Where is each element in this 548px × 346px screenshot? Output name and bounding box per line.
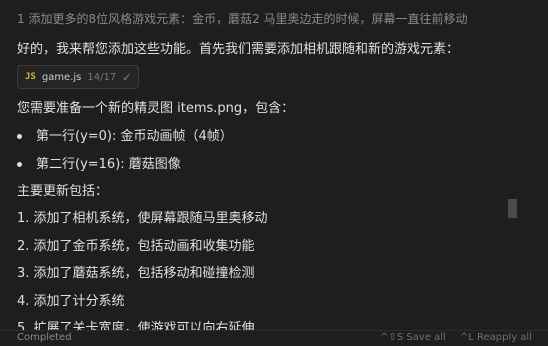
save-all-button[interactable]: ^⇧S Save all (380, 332, 446, 343)
file-name: game.js (41, 71, 82, 83)
bullet-item: 第一行(y=0): 金币动画帧（4帧） (17, 125, 233, 144)
update-item: 3. 添加了蘑菇系统，包括移动和碰撞检测 (17, 266, 255, 281)
reply-intro: 好的，我来帮您添加这些功能。首先我们需要添加相机跟随和新的游戏元素： (17, 42, 460, 57)
bullet-dot (17, 162, 22, 167)
updates-heading: 主要更新包括： (17, 184, 109, 199)
check-icon: ✓ (122, 70, 132, 84)
bullet-text: 第二行(y=16): 蘑菇图像 (36, 157, 181, 172)
file-change-count: 14/17 (87, 71, 117, 83)
bullet-text: 第一行(y=0): 金币动画帧（4帧） (36, 129, 233, 144)
reapply-all-button[interactable]: ^L Reapply all (460, 332, 532, 343)
status-footer: Completed ^⇧S Save all ^L Reapply all (0, 330, 548, 346)
bullet-dot (17, 134, 22, 139)
update-item: 1. 添加了相机系统，使屏幕跟随马里奥移动 (17, 211, 268, 226)
status-text: Completed (17, 332, 72, 343)
sprite-note: 您需要准备一个新的精灵图 items.png，包含： (17, 101, 295, 116)
update-item: 2. 添加了金币系统，包括动画和收集功能 (17, 239, 255, 254)
bullet-item: 第二行(y=16): 蘑菇图像 (17, 153, 181, 172)
footer-actions: ^⇧S Save all ^L Reapply all (380, 332, 532, 343)
js-file-icon: JS (25, 72, 36, 82)
update-item: 4. 添加了计分系统 (17, 294, 125, 309)
file-chip-game-js[interactable]: JS game.js 14/17 ✓ (17, 65, 140, 89)
scrollbar-thumb[interactable] (508, 199, 517, 218)
user-prompt: 1 添加更多的8位风格游戏元素：金币，蘑菇2 马里奥边走的时候，屏幕一直往前移动 (17, 12, 468, 26)
